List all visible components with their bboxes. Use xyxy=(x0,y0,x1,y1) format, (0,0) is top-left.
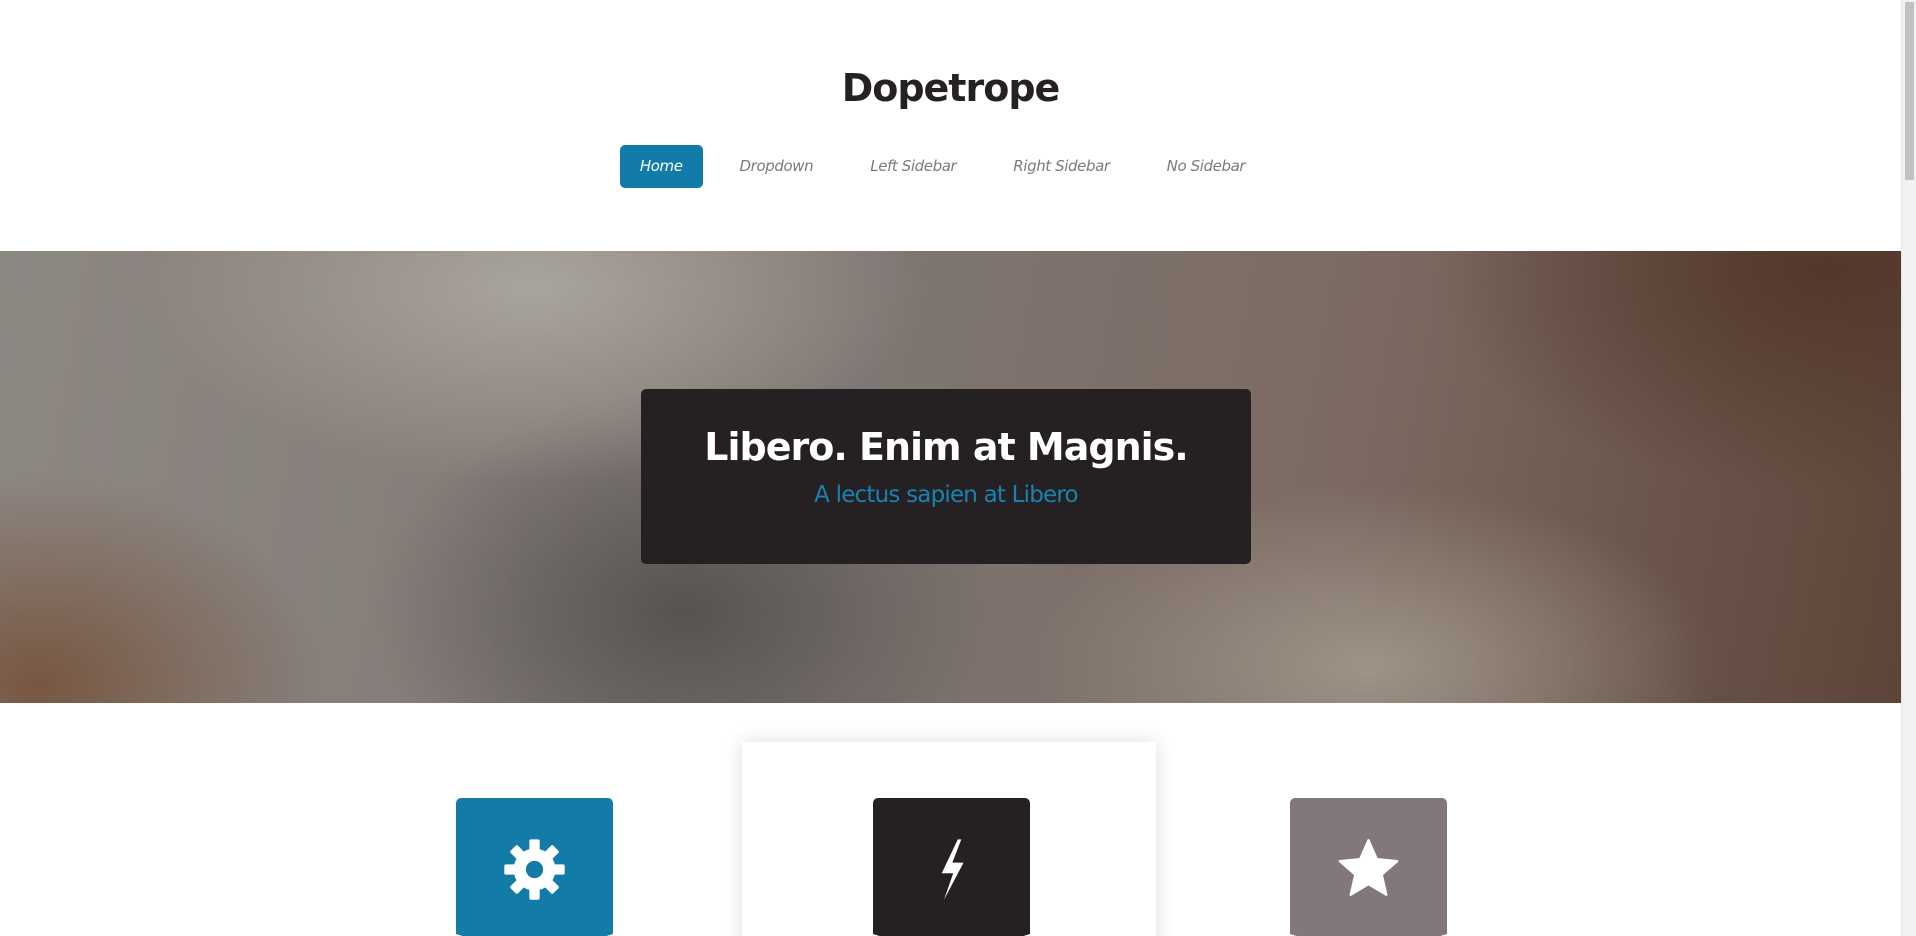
nav-item-dropdown[interactable]: Dropdown xyxy=(720,145,834,188)
nav-item-right-sidebar[interactable]: Right Sidebar xyxy=(993,145,1129,188)
nav-item-home[interactable]: Home xyxy=(619,145,703,188)
main-nav: Home Dropdown Left Sidebar Right Sidebar… xyxy=(0,145,1901,188)
banner-subheading: A lectus sapien at Libero xyxy=(814,482,1078,508)
bolt-icon xyxy=(941,839,964,900)
feature-ribbon-2 xyxy=(873,798,1030,936)
banner-caption-box: Libero. Enim at Magnis. A lectus sapien … xyxy=(641,389,1251,564)
feature-ribbon-1 xyxy=(456,798,613,936)
nav-item-left-sidebar[interactable]: Left Sidebar xyxy=(850,145,976,188)
feature-ribbon-3 xyxy=(1290,798,1447,936)
gear-icon xyxy=(504,839,565,900)
banner-heading: Libero. Enim at Magnis. xyxy=(704,425,1188,469)
nav-list: Home Dropdown Left Sidebar Right Sidebar… xyxy=(619,145,1282,188)
site-title[interactable]: Dopetrope xyxy=(0,66,1901,110)
hero-banner: Libero. Enim at Magnis. A lectus sapien … xyxy=(0,251,1901,703)
scrollbar-thumb[interactable] xyxy=(1905,2,1914,180)
vertical-scrollbar[interactable] xyxy=(1901,0,1916,936)
nav-item-no-sidebar[interactable]: No Sidebar xyxy=(1147,145,1266,188)
page: Dopetrope Home Dropdown Left Sidebar Rig… xyxy=(0,0,1901,936)
star-icon xyxy=(1338,839,1399,896)
